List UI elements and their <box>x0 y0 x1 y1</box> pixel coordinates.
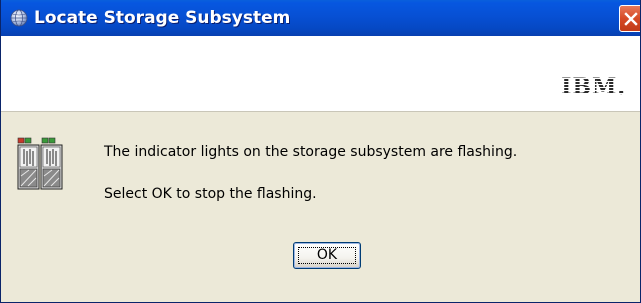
close-icon <box>624 12 638 26</box>
ok-button-label: OK <box>316 247 338 263</box>
locate-storage-dialog: Locate Storage Subsystem IBM. The indica… <box>0 0 641 303</box>
ok-button[interactable]: OK <box>293 242 361 269</box>
window-title: Locate Storage Subsystem <box>34 8 291 28</box>
ibm-logo: IBM. <box>561 74 626 100</box>
title-bar[interactable]: Locate Storage Subsystem <box>1 0 640 36</box>
globe-icon <box>10 9 28 27</box>
storage-subsystem-icon <box>17 137 63 190</box>
message-text-select-ok: Select OK to stop the flashing. <box>104 186 317 202</box>
message-text-lights-flashing: The indicator lights on the storage subs… <box>104 144 518 160</box>
close-button[interactable] <box>619 5 640 32</box>
logo-banner: IBM. <box>1 36 640 112</box>
